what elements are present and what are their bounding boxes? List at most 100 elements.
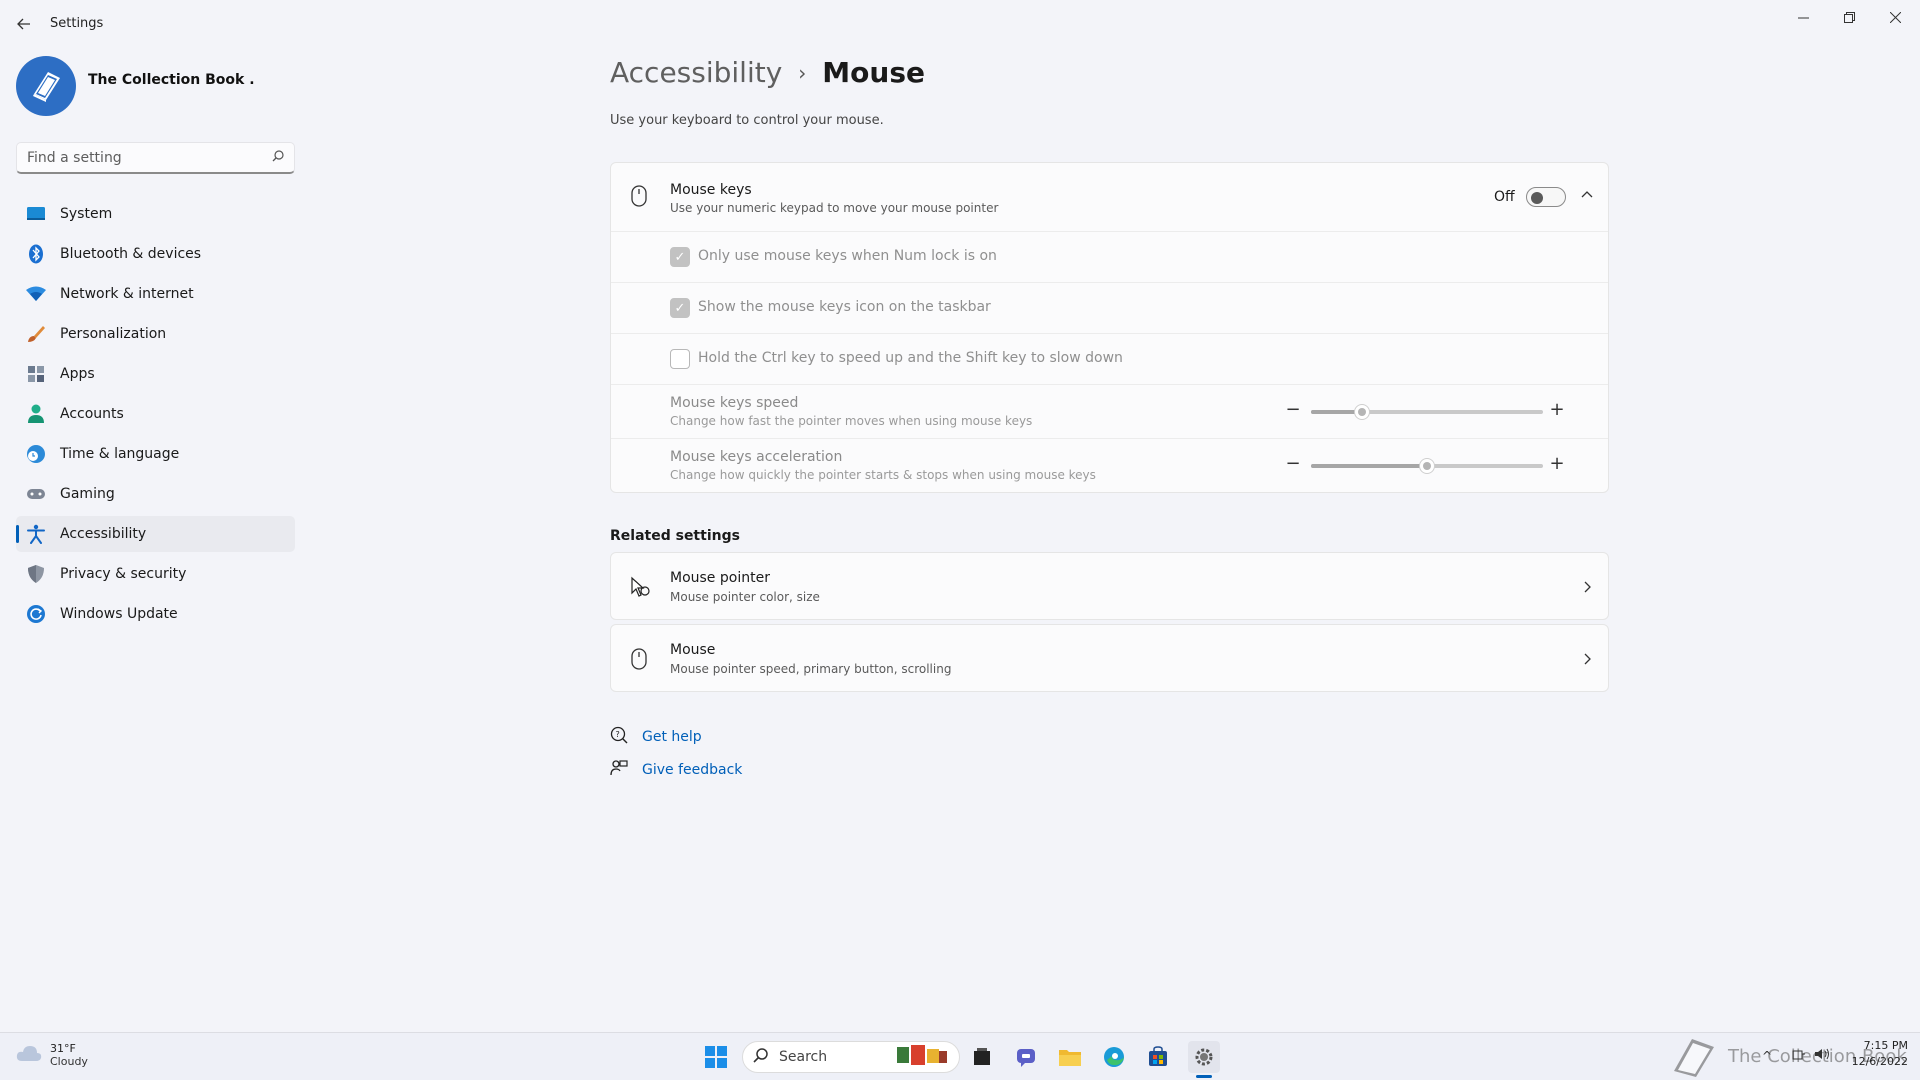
settings-app-button[interactable] [1188,1041,1220,1073]
sidebar-item-accessibility[interactable]: Accessibility [16,516,295,552]
store-button[interactable] [1142,1041,1174,1073]
page-title: Mouse [822,56,925,89]
taskbar-icon-checkbox[interactable]: ✓ [670,298,690,318]
store-icon [1149,1046,1167,1066]
toggle-state-label: Off [1494,189,1515,205]
system-icon [26,204,46,224]
weather-desc: Cloudy [50,1055,88,1068]
weather-temp: 31°F [50,1042,76,1055]
related-item-subtitle: Mouse pointer color, size [670,590,820,604]
sidebar-item-privacy[interactable]: Privacy & security [16,556,295,592]
apps-icon [26,364,46,384]
toggle-knob [1531,192,1543,204]
help-icon: ? [610,726,628,748]
acceleration-increase-button[interactable]: + [1547,453,1567,474]
get-help-label: Get help [642,729,702,745]
acceleration-slider[interactable] [1311,458,1543,474]
mouse-keys-title: Mouse keys [670,182,752,198]
clock[interactable]: 7:15 PM 12/6/2022 [1838,1039,1908,1068]
weather-widget[interactable]: 31°F Cloudy [16,1042,88,1068]
gear-icon [1195,1048,1213,1066]
sidebar-item-label: Privacy & security [60,566,187,582]
file-explorer-button[interactable] [1054,1041,1086,1073]
close-button[interactable] [1872,0,1918,34]
search-icon [753,1047,769,1067]
sidebar-item-time-language[interactable]: Time & language [16,436,295,472]
mouse-keys-toggle[interactable] [1526,187,1566,207]
sidebar-item-network[interactable]: Network & internet [16,276,295,312]
person-icon [26,404,46,424]
acceleration-title: Mouse keys acceleration [670,449,843,465]
chevron-right-icon [1581,581,1593,597]
related-mouse-card[interactable]: Mouse Mouse pointer speed, primary butto… [610,624,1609,692]
sidebar-item-label: Time & language [60,446,180,462]
gamepad-icon [26,484,46,504]
option-row-ctrl-shift[interactable]: Hold the Ctrl key to speed up and the Sh… [611,333,1608,384]
get-help-link[interactable]: ? Get help [610,726,702,748]
mouse-pointer-icon [629,576,651,602]
related-settings-heading: Related settings [610,528,740,544]
sidebar-item-bluetooth[interactable]: Bluetooth & devices [16,236,295,272]
speed-slider[interactable] [1311,404,1543,420]
svg-text:?: ? [616,730,620,739]
chevron-up-icon[interactable] [1581,189,1593,205]
acceleration-row: Mouse keys acceleration Change how quick… [611,438,1608,493]
numlock-checkbox[interactable]: ✓ [670,247,690,267]
taskbar-search[interactable]: Search [742,1041,960,1073]
teams-chat-button[interactable] [1010,1041,1042,1073]
edge-browser-button[interactable] [1098,1041,1130,1073]
related-item-title: Mouse [670,642,716,658]
sidebar-item-personalization[interactable]: Personalization [16,316,295,352]
search-box[interactable] [16,142,295,174]
speed-decrease-button[interactable]: − [1283,399,1303,420]
folder-icon [1059,1050,1081,1066]
speed-subtitle: Change how fast the pointer moves when u… [670,414,1033,428]
breadcrumb-separator: › [798,60,807,85]
edge-icon [1104,1047,1124,1067]
option-row-taskbar-icon[interactable]: ✓ Show the mouse keys icon on the taskba… [611,282,1608,333]
option-row-numlock[interactable]: ✓ Only use mouse keys when Num lock is o… [611,231,1608,282]
search-input[interactable] [27,149,272,166]
related-mouse-pointer-card[interactable]: Mouse pointer Mouse pointer color, size [610,552,1609,620]
clock-time: 7:15 PM [1863,1039,1908,1052]
chat-icon [1017,1049,1035,1067]
network-tray-icon[interactable] [1792,1047,1806,1065]
mouse-keys-card: Mouse keys Use your numeric keypad to mo… [610,162,1609,493]
book-watermark-icon [1674,1039,1714,1077]
page-description: Use your keyboard to control your mouse. [610,113,884,128]
clock-date: 12/6/2022 [1851,1055,1908,1068]
mouse-keys-header-row[interactable]: Mouse keys Use your numeric keypad to mo… [611,163,1608,231]
related-item-title: Mouse pointer [670,570,770,586]
sidebar-item-system[interactable]: System [16,196,295,232]
active-indicator [16,525,19,543]
acceleration-decrease-button[interactable]: − [1283,453,1303,474]
tray-chevron-icon[interactable]: ^ [1762,1049,1772,1063]
give-feedback-link[interactable]: Give feedback [610,759,742,781]
start-button[interactable] [700,1041,732,1073]
back-arrow-icon[interactable] [12,12,36,36]
sidebar-item-label: Windows Update [60,606,178,622]
task-view-button[interactable] [966,1041,998,1073]
sidebar-item-label: Gaming [60,486,115,502]
ctrl-shift-checkbox[interactable] [670,349,690,369]
slider-thumb[interactable] [1419,458,1435,474]
option-label: Show the mouse keys icon on the taskbar [698,299,991,315]
sidebar-item-apps[interactable]: Apps [16,356,295,392]
minimize-button[interactable] [1780,0,1826,34]
speed-increase-button[interactable]: + [1547,399,1567,420]
sidebar-item-label: Apps [60,366,95,382]
restore-button[interactable] [1826,0,1872,34]
avatar[interactable] [16,56,76,116]
sidebar-item-label: Personalization [60,326,167,342]
volume-icon[interactable] [1814,1047,1830,1065]
give-feedback-label: Give feedback [642,762,743,778]
windows-logo-icon [705,1046,727,1068]
slider-thumb[interactable] [1354,404,1371,420]
sidebar-item-gaming[interactable]: Gaming [16,476,295,512]
app-title: Settings [50,16,104,31]
sidebar-item-windows-update[interactable]: Windows Update [16,596,295,632]
breadcrumb-parent-link[interactable]: Accessibility [610,56,782,89]
sidebar-item-accounts[interactable]: Accounts [16,396,295,432]
search-icon[interactable] [272,149,284,166]
task-view-icon [974,1048,990,1065]
